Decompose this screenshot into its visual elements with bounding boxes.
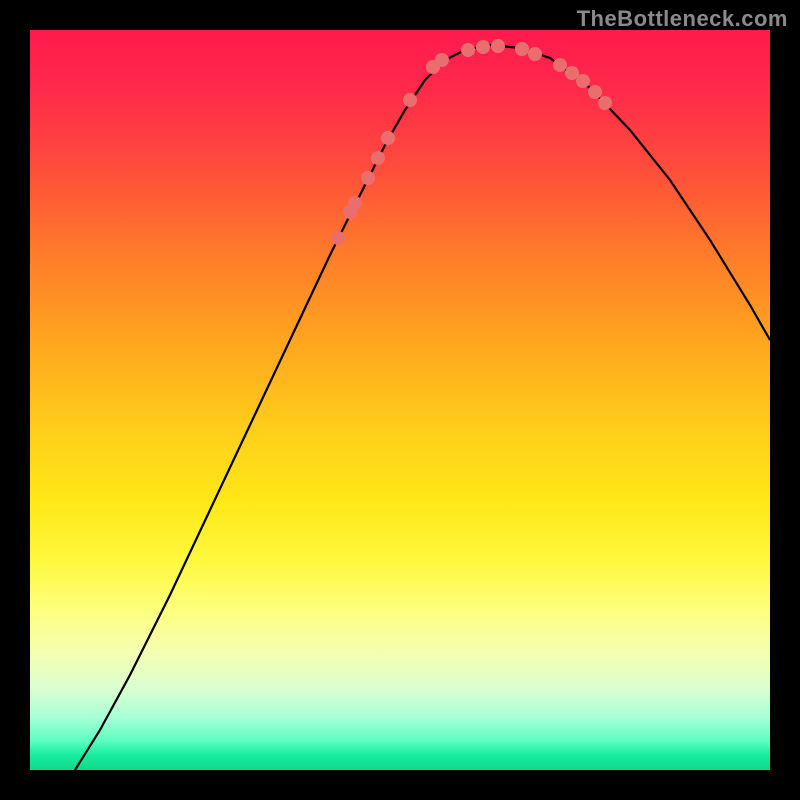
marker-dot [476,40,490,54]
marker-dot [381,131,395,145]
curve-layer [30,30,770,770]
marker-dot [576,74,590,88]
marker-dot [528,47,542,61]
plot-area [30,30,770,770]
watermark-text: TheBottleneck.com [577,6,788,32]
marker-dot [588,85,602,99]
marker-dot [515,42,529,56]
marker-dot [361,171,375,185]
bottleneck-curve [75,45,770,770]
marker-dot [331,231,345,245]
marker-dot [598,96,612,110]
marker-dot [461,43,475,57]
marker-dot [348,196,362,210]
marker-dot [371,151,385,165]
chart-stage: TheBottleneck.com [0,0,800,800]
marker-dot [491,39,505,53]
marker-dot [553,58,567,72]
marker-dots [331,39,612,245]
marker-dot [435,53,449,67]
marker-dot [403,93,417,107]
